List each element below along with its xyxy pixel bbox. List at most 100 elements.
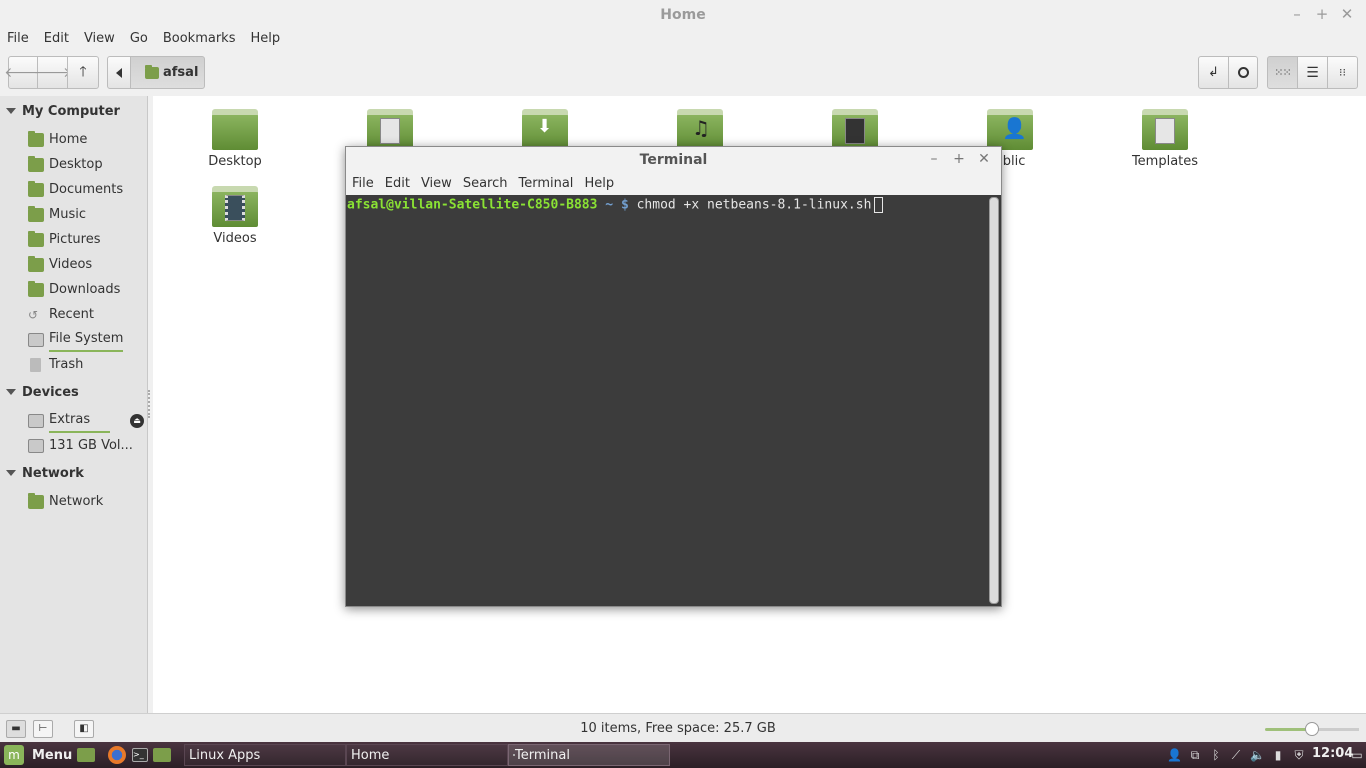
- menu-bookmarks[interactable]: Bookmarks: [156, 28, 244, 50]
- launcher-terminal[interactable]: >_: [132, 744, 153, 766]
- arrow-right-icon: 🡒: [33, 65, 72, 81]
- sidebar-item-label: Videos: [49, 257, 93, 272]
- terminal-menu-search[interactable]: Search: [457, 173, 513, 195]
- user-icon[interactable]: 👤: [1167, 748, 1182, 762]
- menu-help[interactable]: Help: [243, 28, 288, 50]
- menu-file[interactable]: File: [0, 28, 37, 50]
- forward-button[interactable]: 🡒: [34, 56, 71, 89]
- terminal-menu-file[interactable]: File: [346, 173, 379, 195]
- sidebar-item-network[interactable]: Network: [28, 491, 103, 513]
- eject-icon[interactable]: ⏏: [130, 414, 144, 428]
- trash-icon: [30, 358, 41, 372]
- shield-icon[interactable]: ⛨: [1292, 748, 1306, 762]
- zoom-slider-thumb[interactable]: [1305, 722, 1319, 736]
- terminal-window: Terminal – + ✕ File Edit View Search Ter…: [345, 146, 1002, 607]
- taskbar-window-home[interactable]: Home: [346, 744, 508, 766]
- sidebar-section-label: Network: [22, 466, 84, 481]
- sidebar-item-extras[interactable]: Extras: [28, 410, 111, 433]
- sidebar-item-label: Music: [49, 207, 86, 222]
- pictures-folder-icon: [28, 231, 44, 247]
- list-view-button[interactable]: ☰: [1297, 56, 1328, 89]
- drive-icon: [28, 414, 44, 428]
- file-item-desktop[interactable]: Desktop: [175, 109, 295, 169]
- status-text: 10 items, Free space: 25.7 GB: [580, 721, 776, 736]
- sidebar-item-recent[interactable]: ↺ Recent: [28, 304, 94, 326]
- menu-view[interactable]: View: [77, 28, 123, 50]
- file-item-label: Templates: [1131, 154, 1199, 169]
- sidebar-item-downloads[interactable]: Downloads: [28, 279, 120, 301]
- terminal-menu-terminal[interactable]: Terminal: [512, 173, 578, 195]
- sidebar-item-videos[interactable]: Videos: [28, 254, 92, 276]
- location-icon: ↲: [1208, 65, 1219, 80]
- terminal-output[interactable]: afsal@villan-Satellite-C850-B883 ~ $ chm…: [346, 195, 988, 606]
- clock[interactable]: 12:04: [1312, 746, 1353, 761]
- breadcrumb-back-button[interactable]: [107, 56, 131, 89]
- bluetooth-icon[interactable]: ᛒ: [1209, 748, 1223, 762]
- terminal-menu-view[interactable]: View: [415, 173, 457, 195]
- battery-icon[interactable]: ▮: [1271, 748, 1285, 762]
- terminal-scrollbar[interactable]: [989, 197, 999, 604]
- sidebar-item-music[interactable]: Music: [28, 204, 86, 226]
- home-folder-icon: [28, 131, 44, 147]
- sidebar-item-file-system[interactable]: File System: [28, 329, 124, 352]
- terminal-icon: >_: [132, 748, 148, 762]
- terminal-menu-edit[interactable]: Edit: [379, 173, 415, 195]
- launcher-show-desktop[interactable]: [77, 744, 100, 766]
- sidebar-item-desktop[interactable]: Desktop: [28, 154, 103, 176]
- sidebar-resize-handle[interactable]: [148, 390, 152, 418]
- terminal-menu-help[interactable]: Help: [578, 173, 619, 195]
- picture-icon: [845, 118, 865, 144]
- taskbar-window-terminal[interactable]: Terminal: [508, 744, 670, 766]
- start-menu-button[interactable]: m Menu: [4, 744, 72, 766]
- command-text: chmod +x netbeans-8.1-linux.sh: [636, 197, 872, 213]
- desktop-folder-icon: [28, 156, 44, 172]
- grid-icon: ⁙⁙: [1274, 66, 1291, 79]
- sidebar-item-trash[interactable]: Trash: [28, 354, 83, 376]
- terminal-close-button[interactable]: ✕: [975, 150, 993, 168]
- music-folder-icon: [28, 206, 44, 222]
- desktop-icon: [77, 748, 95, 762]
- menu-go[interactable]: Go: [123, 28, 156, 50]
- breadcrumb[interactable]: afsal: [130, 56, 205, 89]
- search-button[interactable]: [1228, 56, 1258, 89]
- volume-icon[interactable]: 🔈: [1250, 748, 1265, 762]
- terminal-maximize-button[interactable]: +: [950, 150, 968, 168]
- menu-edit[interactable]: Edit: [37, 28, 77, 50]
- network-icon[interactable]: ⟋: [1229, 748, 1243, 762]
- breadcrumb-label: afsal: [163, 65, 199, 80]
- sidebar-section-network[interactable]: Network: [0, 463, 84, 485]
- sidebar-item-pictures[interactable]: Pictures: [28, 229, 100, 251]
- document-icon: [380, 118, 400, 144]
- toggle-location-button[interactable]: ↲: [1198, 56, 1229, 89]
- minimize-button[interactable]: –: [1287, 4, 1307, 24]
- taskbar-window-linux-apps[interactable]: Linux Apps: [184, 744, 346, 766]
- maximize-button[interactable]: +: [1312, 4, 1332, 24]
- file-item-videos[interactable]: Videos: [175, 186, 295, 246]
- sidebar-item-home[interactable]: Home: [28, 129, 87, 151]
- documents-folder-icon: [367, 109, 413, 150]
- notifications-icon[interactable]: ▭: [1350, 748, 1364, 762]
- sidebar-item-documents[interactable]: Documents: [28, 179, 123, 201]
- prompt-symbol: $: [620, 197, 629, 213]
- sidebar-section-devices[interactable]: Devices: [0, 382, 79, 404]
- sidebar-item-label: Recent: [49, 307, 94, 322]
- file-item-templates[interactable]: Templates: [1105, 109, 1225, 169]
- launcher-files[interactable]: [153, 744, 176, 766]
- sidebar-item-label: Documents: [49, 182, 124, 197]
- sidebar-item-volume[interactable]: 131 GB Vol...: [28, 435, 133, 457]
- update-manager-icon[interactable]: ⧉: [1188, 748, 1202, 762]
- sidebar-item-label: Home: [49, 132, 88, 147]
- compact-list-icon: ⁝⁝: [1339, 66, 1346, 79]
- up-button[interactable]: 🡑: [67, 56, 99, 89]
- expander-icon: [6, 108, 16, 114]
- sidebar-section-label: Devices: [22, 385, 79, 400]
- toolbar: 🡐 🡒 🡑 afsal ↲ ⁙⁙ ☰ ⁝⁝: [0, 52, 1366, 94]
- sidebar-section-my-computer[interactable]: My Computer: [0, 101, 120, 123]
- compact-view-button[interactable]: ⁝⁝: [1327, 56, 1358, 89]
- icon-view-button[interactable]: ⁙⁙: [1267, 56, 1298, 89]
- launcher-firefox[interactable]: [108, 744, 131, 766]
- terminal-minimize-button[interactable]: –: [925, 150, 943, 168]
- template-icon: [1155, 118, 1175, 144]
- sidebar-section-label: My Computer: [22, 104, 120, 119]
- close-button[interactable]: ✕: [1337, 4, 1357, 24]
